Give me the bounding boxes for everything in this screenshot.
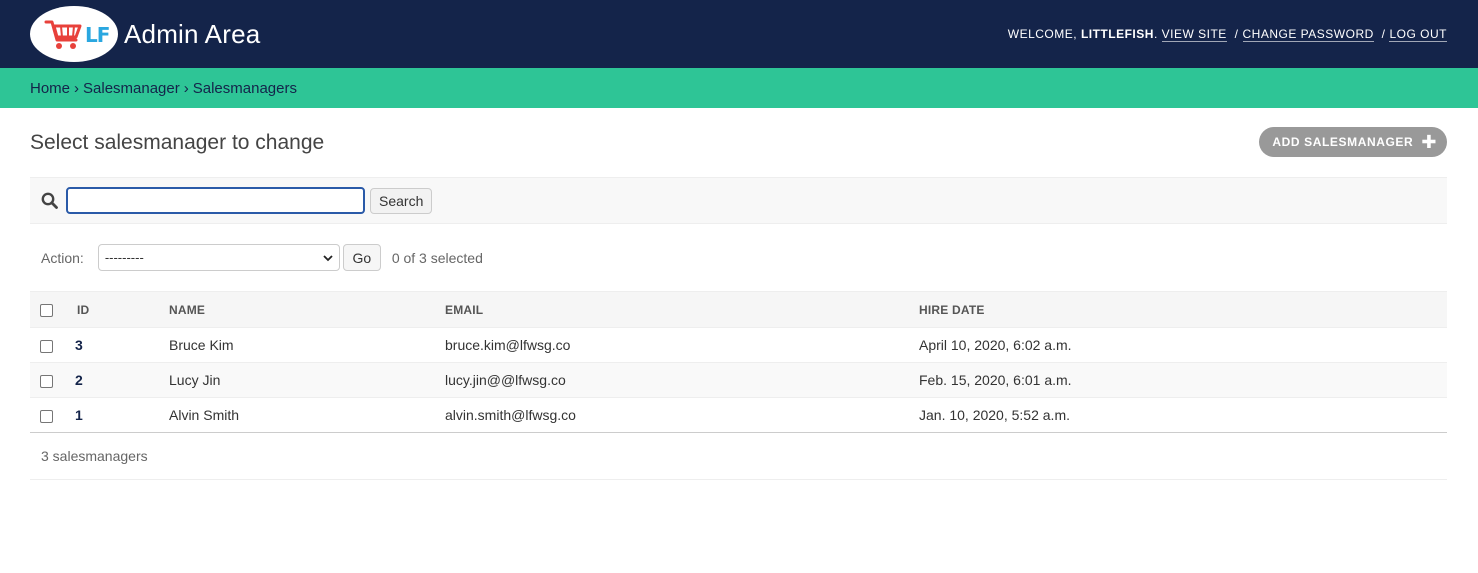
selected-count: 0 of 3 selected	[391, 249, 483, 266]
results-table: ID Name Email Hire date 3 Bruce Kim bruc…	[30, 291, 1447, 433]
row-name: Bruce Kim	[169, 327, 445, 363]
row-checkbox[interactable]	[40, 409, 53, 423]
column-header-email[interactable]: Email	[445, 291, 919, 328]
row-checkbox[interactable]	[40, 339, 53, 353]
content: Select salesmanager to change Add salesm…	[0, 108, 1478, 480]
column-header-id[interactable]: ID	[65, 291, 169, 328]
table-row: 2 Lucy Jin lucy.jin@@lfwsg.co Feb. 15, 2…	[30, 362, 1447, 398]
row-hire-date: Feb. 15, 2020, 6:01 a.m.	[919, 362, 1447, 398]
logo[interactable]: LF	[30, 6, 118, 62]
welcome-text: Welcome,	[1007, 27, 1081, 41]
table-row: 1 Alvin Smith alvin.smith@lfwsg.co Jan. …	[30, 397, 1447, 433]
plus-icon: ✚	[1421, 131, 1437, 152]
breadcrumb-current: Salesmanagers	[192, 79, 297, 97]
select-all-cell	[30, 291, 65, 328]
table-header-row: ID Name Email Hire date	[30, 291, 1447, 328]
action-label: Action:	[41, 249, 84, 266]
brand[interactable]: LF Admin Area	[30, 6, 260, 62]
column-header-hire-date[interactable]: Hire date	[919, 291, 1447, 328]
search-button[interactable]: Search	[370, 187, 433, 214]
row-hire-date: Jan. 10, 2020, 5:52 a.m.	[919, 397, 1447, 433]
view-site-link[interactable]: View site	[1161, 27, 1227, 42]
row-id-link[interactable]: 1	[75, 407, 83, 423]
actions-bar: Action: --------- Go 0 of 3 selected	[30, 224, 1447, 291]
row-id-link[interactable]: 3	[75, 337, 83, 353]
row-email: lucy.jin@@lfwsg.co	[445, 362, 919, 398]
search-toolbar: Search	[30, 177, 1447, 224]
page-title: Select salesmanager to change	[30, 130, 325, 154]
log-out-link[interactable]: Log out	[1389, 27, 1447, 42]
logo-text: LF	[85, 23, 110, 47]
header: LF Admin Area Welcome, LittleFish. View …	[0, 0, 1478, 68]
breadcrumb: Home › Salesmanager › Salesmanagers	[0, 68, 1478, 108]
row-hire-date: April 10, 2020, 6:02 a.m.	[919, 327, 1447, 363]
go-button[interactable]: Go	[342, 244, 381, 271]
row-email: bruce.kim@lfwsg.co	[445, 327, 919, 363]
row-email: alvin.smith@lfwsg.co	[445, 397, 919, 433]
row-name: Alvin Smith	[169, 397, 445, 433]
row-name: Lucy Jin	[169, 362, 445, 398]
search-input[interactable]	[66, 187, 365, 214]
table-row: 3 Bruce Kim bruce.kim@lfwsg.co April 10,…	[30, 327, 1447, 363]
breadcrumb-home[interactable]: Home	[30, 80, 70, 97]
change-password-link[interactable]: Change password	[1242, 27, 1374, 42]
username: LittleFish	[1080, 27, 1154, 41]
add-salesmanager-button[interactable]: Add salesmanager ✚	[1259, 126, 1447, 157]
column-header-name[interactable]: Name	[169, 291, 445, 328]
search-icon	[40, 192, 58, 210]
breadcrumb-separator: ›	[183, 79, 189, 97]
site-title[interactable]: Admin Area	[124, 19, 260, 50]
breadcrumb-salesmanager[interactable]: Salesmanager	[83, 80, 180, 97]
user-tools: Welcome, LittleFish. View site / Change p…	[1007, 27, 1447, 42]
chevron-down-icon	[323, 254, 333, 261]
action-selected-option: ---------	[104, 250, 144, 265]
result-count: 3 salesmanagers	[41, 448, 148, 464]
shopping-cart-icon	[44, 20, 82, 49]
select-all-checkbox[interactable]	[40, 303, 53, 317]
row-id-link[interactable]: 2	[75, 372, 83, 388]
paginator: 3 salesmanagers	[30, 433, 1447, 480]
breadcrumb-separator: ›	[74, 79, 80, 97]
action-select[interactable]: ---------	[97, 244, 340, 271]
row-checkbox[interactable]	[40, 374, 53, 388]
